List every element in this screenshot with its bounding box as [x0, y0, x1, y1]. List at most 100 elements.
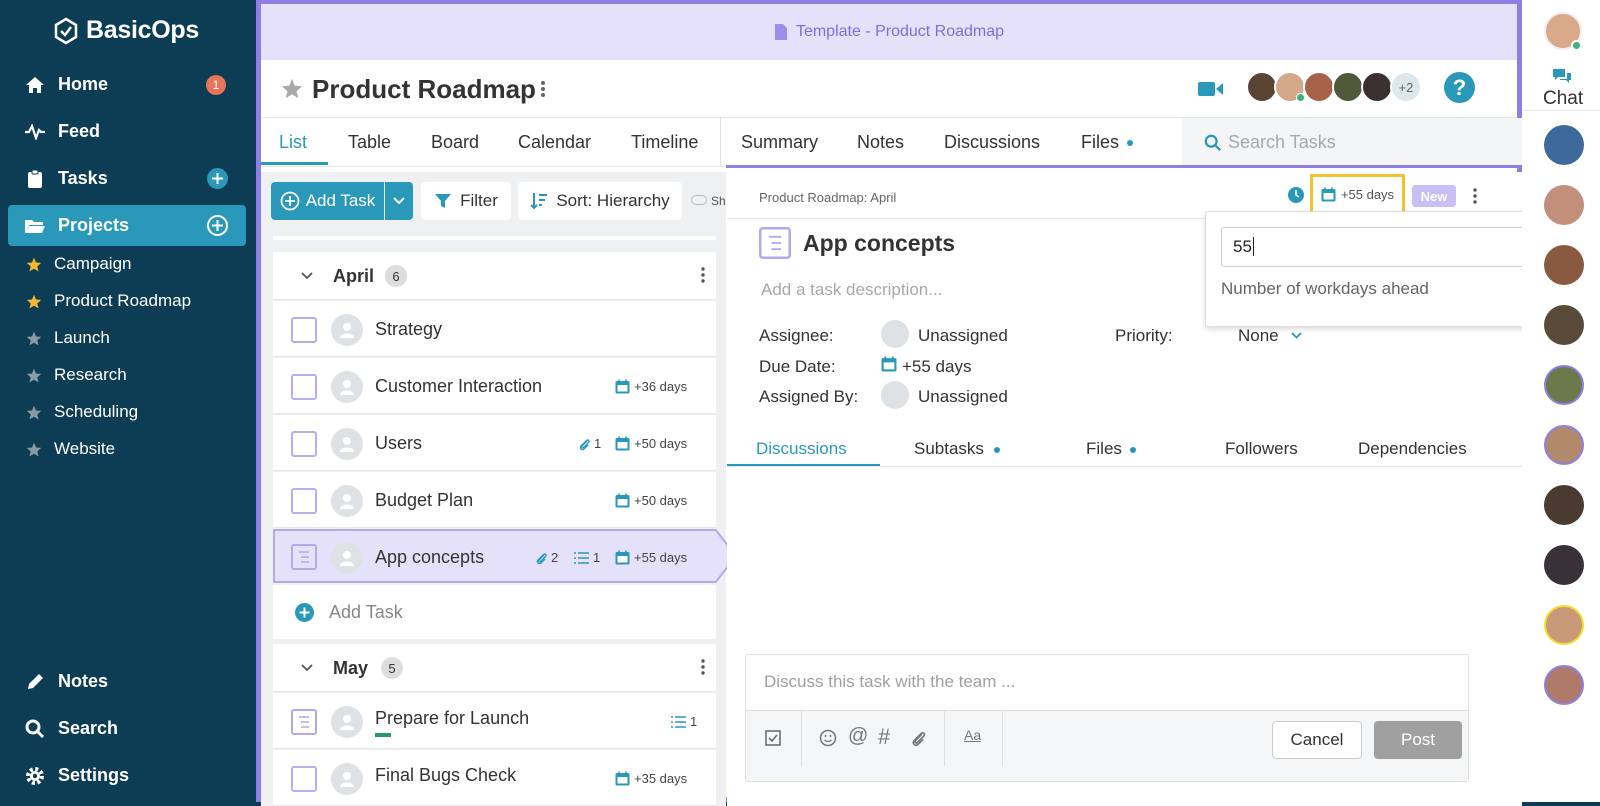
task-detail-title[interactable]: App concepts [803, 230, 955, 257]
chat-contact-avatar[interactable] [1544, 485, 1584, 525]
chat-contact-avatar[interactable] [1544, 245, 1584, 285]
task-row-selected[interactable]: App concepts 2 1 +55 days [273, 529, 716, 583]
tab-notes[interactable]: Notes [857, 132, 904, 153]
task-checkbox[interactable] [291, 374, 317, 400]
member-avatars[interactable]: +2 [1246, 70, 1426, 104]
task-checkbox[interactable] [291, 488, 317, 514]
workdays-input[interactable]: 55 [1221, 227, 1540, 267]
search-tasks-input[interactable]: Search Tasks [1182, 118, 1522, 166]
chat-contact-avatar[interactable] [1544, 125, 1584, 165]
sidebar-project-item[interactable]: Scheduling [26, 402, 138, 422]
star-icon[interactable] [281, 78, 303, 99]
due-date-text: +36 days [634, 379, 688, 394]
cancel-button[interactable]: Cancel [1272, 721, 1362, 759]
tab-files-detail[interactable]: Files [1086, 439, 1122, 459]
chevron-down-icon[interactable] [301, 664, 313, 672]
group-header-may[interactable]: May 5 [273, 644, 716, 692]
assignee-value[interactable]: Unassigned [918, 326, 1008, 346]
chat-contact-avatar[interactable] [1544, 665, 1584, 705]
priority-select[interactable]: None [1238, 326, 1279, 346]
video-camera-icon[interactable] [1198, 80, 1224, 98]
chat-contact-avatar[interactable] [1544, 605, 1584, 645]
chat-bubbles-icon[interactable] [1552, 68, 1572, 84]
tab-summary[interactable]: Summary [741, 132, 818, 153]
emoji-icon[interactable] [819, 729, 837, 747]
nav-home[interactable]: Home 1 [8, 64, 246, 105]
due-date-value[interactable]: +55 days [902, 357, 971, 377]
tab-list[interactable]: List [279, 132, 307, 153]
nav-projects[interactable]: Projects [8, 205, 246, 246]
task-description-input[interactable]: Add a task description... [761, 280, 942, 300]
task-checkbox[interactable] [291, 766, 317, 792]
more-vertical-icon[interactable] [1473, 188, 1477, 204]
tab-timeline[interactable]: Timeline [631, 132, 698, 153]
sidebar-project-item[interactable]: Launch [26, 328, 110, 348]
nav-tasks[interactable]: Tasks [8, 158, 246, 199]
chat-contact-avatar[interactable] [1544, 545, 1584, 585]
task-row[interactable]: Prepare for Launch 1 [273, 693, 716, 749]
tab-table[interactable]: Table [348, 132, 391, 153]
task-document-icon[interactable] [291, 544, 317, 570]
sidebar-project-label: Launch [54, 328, 110, 347]
due-chip-text: +55 days [1340, 186, 1395, 202]
comment-input[interactable]: Discuss this task with the team ... [764, 672, 1015, 692]
add-project-plus-icon[interactable] [207, 215, 228, 236]
group-header-april[interactable]: April 6 [273, 252, 716, 300]
tab-dependencies[interactable]: Dependencies [1358, 439, 1467, 459]
add-task-row[interactable]: Add Task [273, 585, 716, 639]
tab-followers[interactable]: Followers [1225, 439, 1298, 459]
nav-settings[interactable]: Settings [8, 755, 246, 796]
add-task-button[interactable]: Add Task [271, 182, 384, 220]
tab-discussions[interactable]: Discussions [944, 132, 1040, 153]
status-badge: New [1412, 185, 1456, 207]
clock-icon[interactable] [1288, 187, 1304, 203]
sidebar-project-item[interactable]: Website [26, 439, 115, 459]
chevron-down-icon[interactable] [301, 272, 313, 280]
add-task-dropdown[interactable] [385, 182, 413, 220]
sidebar-project-item[interactable]: Product Roadmap [26, 291, 191, 311]
sidebar-project-label: Campaign [54, 254, 132, 273]
more-vertical-icon[interactable] [701, 659, 705, 675]
more-vertical-icon[interactable] [540, 80, 546, 98]
sidebar-project-item[interactable]: Campaign [26, 254, 132, 274]
chat-contact-avatar[interactable] [1544, 185, 1584, 225]
nav-search[interactable]: Search [8, 708, 246, 749]
nav-notes[interactable]: Notes [8, 661, 246, 702]
hashtag-icon[interactable]: # [878, 724, 890, 750]
help-icon[interactable]: ? [1444, 72, 1475, 103]
task-row[interactable]: Final Bugs Check +35 days [273, 750, 716, 806]
sidebar-project-item[interactable]: Research [26, 365, 127, 385]
tab-calendar[interactable]: Calendar [518, 132, 591, 153]
unassigned-avatar-icon [331, 428, 363, 460]
checkbox-icon[interactable] [765, 730, 781, 746]
chevron-down-icon[interactable] [1291, 332, 1302, 339]
tab-board[interactable]: Board [431, 132, 479, 153]
chat-contact-avatar[interactable] [1544, 305, 1584, 345]
task-row[interactable]: Budget Plan +50 days [273, 472, 716, 528]
task-row[interactable]: Users 1 +50 days [273, 415, 716, 471]
more-vertical-icon[interactable] [701, 267, 705, 283]
chat-contact-avatar[interactable] [1544, 365, 1584, 405]
nav-feed[interactable]: Feed [8, 111, 246, 152]
task-document-icon[interactable] [291, 709, 317, 735]
add-task-plus-icon[interactable] [207, 168, 228, 189]
show-toggle[interactable] [691, 195, 707, 205]
task-title: Final Bugs Check [375, 765, 517, 785]
tab-files[interactable]: Files [1081, 132, 1119, 153]
mention-icon[interactable]: @ [848, 725, 868, 748]
due-date-chip[interactable]: +55 days [1310, 174, 1405, 214]
post-button[interactable]: Post [1374, 721, 1462, 759]
tab-subtasks[interactable]: Subtasks [914, 439, 984, 459]
task-row[interactable]: Customer Interaction +36 days [273, 358, 716, 414]
chat-contact-avatar[interactable] [1544, 425, 1584, 465]
task-row[interactable]: Strategy [273, 301, 716, 357]
filter-button[interactable]: Filter [421, 182, 511, 220]
brand-logo[interactable]: BasicOps [52, 16, 199, 45]
text-format-icon[interactable]: Aa [964, 727, 981, 743]
paperclip-icon[interactable] [910, 729, 926, 747]
sort-button[interactable]: Sort: Hierarchy [518, 182, 682, 220]
task-checkbox[interactable] [291, 431, 317, 457]
tab-discussions-detail[interactable]: Discussions [756, 439, 847, 459]
task-checkbox[interactable] [291, 317, 317, 343]
chat-label[interactable]: Chat [1543, 88, 1583, 110]
